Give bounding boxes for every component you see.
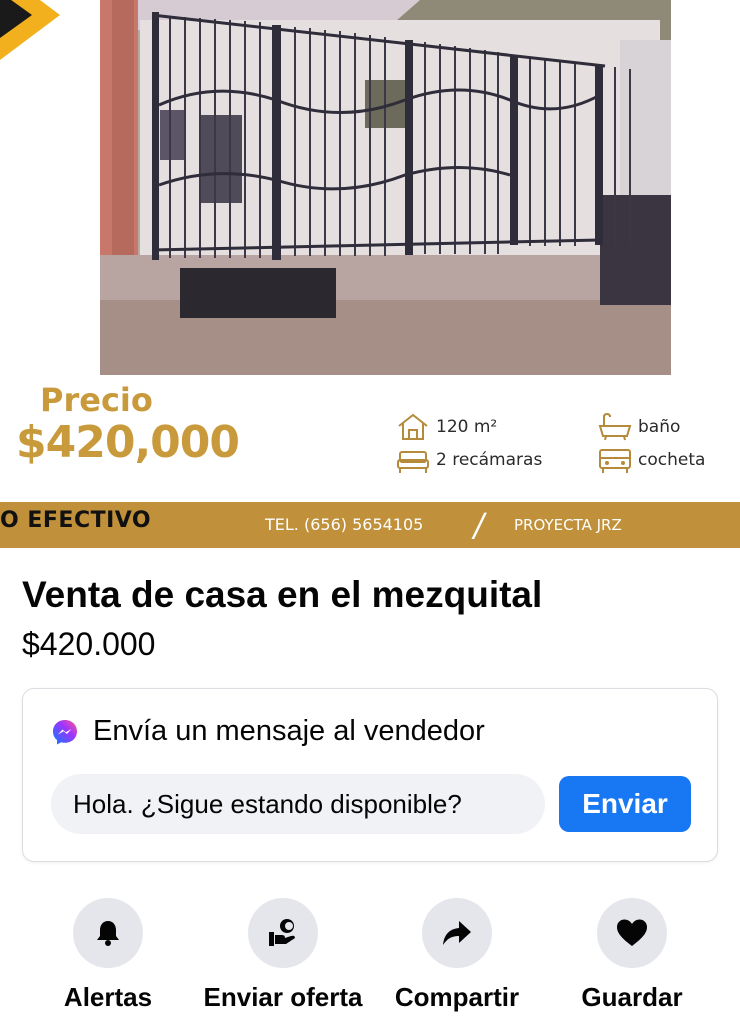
- bell-icon: [97, 921, 119, 946]
- feature-area: 120 m²: [396, 412, 497, 442]
- feature-garage: cocheta: [598, 446, 705, 474]
- alerts-label: Alertas: [63, 982, 153, 1012]
- band-payment-text: O EFECTIVO: [0, 508, 152, 533]
- offer-icon: [269, 919, 295, 946]
- send-offer-circle[interactable]: [248, 898, 318, 968]
- feature-bedrooms: 2 recámaras: [396, 446, 542, 474]
- send-offer-button[interactable]: Enviar oferta: [193, 898, 373, 1013]
- save-button[interactable]: Guardar: [542, 898, 722, 1013]
- brand-logo-icon: [0, 0, 60, 60]
- action-bar: Alertas Enviar oferta Compartir Guardar: [0, 898, 740, 1024]
- share-label: Compartir: [394, 982, 520, 1012]
- banner-price-label: Precio: [40, 381, 153, 419]
- send-offer-label: Enviar oferta: [203, 982, 363, 1012]
- share-circle[interactable]: [422, 898, 492, 968]
- message-header: Envía un mensaje al vendedor: [51, 715, 485, 748]
- house-photo: [100, 0, 671, 375]
- save-circle[interactable]: [597, 898, 667, 968]
- message-seller-card: Envía un mensaje al vendedor Enviar: [22, 688, 718, 862]
- feature-bedrooms-label: 2 recámaras: [436, 450, 543, 470]
- band-brand-text: PROYECTA JRZ: [514, 516, 622, 534]
- listing-image[interactable]: Precio $420,000 120 m² 2 recámaras baño: [0, 0, 740, 550]
- alerts-circle[interactable]: [73, 898, 143, 968]
- send-button[interactable]: Enviar: [559, 776, 691, 832]
- feature-garage-label: cocheta: [638, 450, 706, 470]
- save-label: Guardar: [581, 982, 683, 1012]
- listing-title: Venta de casa en el mezquital: [22, 574, 543, 615]
- feature-area-label: 120 m²: [436, 417, 498, 437]
- message-header-text: Envía un mensaje al vendedor: [93, 715, 485, 747]
- share-button[interactable]: Compartir: [367, 898, 547, 1013]
- bathtub-icon: [598, 412, 632, 441]
- listing-price: $420.000: [22, 626, 156, 662]
- alerts-button[interactable]: Alertas: [18, 898, 198, 1013]
- message-input[interactable]: [51, 774, 545, 834]
- bed-icon: [397, 451, 429, 473]
- messenger-icon: [53, 719, 77, 744]
- band-phone-text: TEL. (656) 5654105: [265, 515, 424, 534]
- heart-icon: [617, 919, 647, 946]
- share-icon: [443, 921, 471, 945]
- banner-price-block: Precio $420,000: [16, 381, 240, 468]
- car-icon: [599, 449, 631, 473]
- feature-bathroom: baño: [598, 412, 680, 442]
- feature-bathroom-label: baño: [638, 417, 681, 437]
- banner-price-value: $420,000: [16, 417, 240, 468]
- house-outline-icon: [398, 413, 428, 440]
